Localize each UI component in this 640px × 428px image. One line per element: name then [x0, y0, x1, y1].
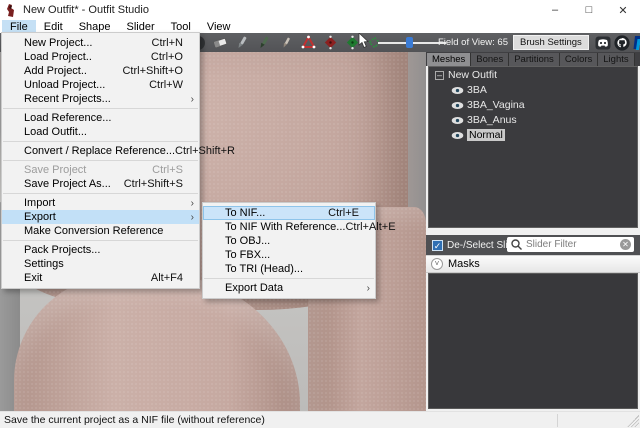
tab-partitions[interactable]: Partitions — [509, 53, 560, 66]
search-icon — [510, 238, 523, 251]
slider-filter-placeholder: Slider Filter — [526, 239, 620, 250]
right-panel: Meshes Bones Partitions Colors Lights – … — [426, 52, 640, 411]
mesh-item-label: 3BA_Vagina — [467, 99, 525, 111]
discord-icon[interactable] — [595, 35, 611, 51]
menu-item-load-project[interactable]: Load Project..Ctrl+O — [2, 50, 199, 64]
status-divider — [557, 414, 558, 427]
deflate-brush-icon[interactable] — [256, 34, 273, 51]
menu-item-to-nif-with-reference[interactable]: To NIF With Reference...Ctrl+Alt+E — [203, 220, 375, 234]
inflate-brush-icon[interactable] — [234, 34, 251, 51]
submenu-arrow-icon: › — [191, 94, 194, 105]
tab-meshes[interactable]: Meshes — [427, 53, 471, 66]
outfit-studio-window: New Outfit* - Outfit Studio – □ ✕ File E… — [0, 0, 640, 428]
title-bar: New Outfit* - Outfit Studio – □ ✕ — [0, 0, 640, 20]
brush-settings-button[interactable]: Brush Settings — [513, 35, 589, 50]
smooth-brush-icon[interactable] — [278, 34, 295, 51]
slider-handle[interactable] — [406, 37, 413, 48]
export-submenu: To NIF...Ctrl+E To NIF With Reference...… — [202, 202, 376, 299]
eye-icon[interactable] — [451, 86, 464, 95]
eye-icon[interactable] — [451, 101, 464, 110]
menu-item-import[interactable]: Import› — [2, 196, 199, 210]
menu-item-convert-replace-reference[interactable]: Convert / Replace Reference...Ctrl+Shift… — [2, 144, 199, 158]
tree-row[interactable]: 3BA_Anus — [429, 113, 637, 127]
menu-item-make-conversion-reference[interactable]: Make Conversion Reference — [2, 224, 199, 238]
mesh-item-label: 3BA — [467, 84, 487, 96]
menu-separator — [3, 108, 198, 109]
resize-grip[interactable] — [627, 415, 639, 427]
move-vertex-icon[interactable] — [300, 34, 317, 51]
menu-item-unload-project[interactable]: Unload Project...Ctrl+W — [2, 78, 199, 92]
window-title: New Outfit* - Outfit Studio — [23, 4, 149, 16]
tree-row[interactable]: 3BA_Vagina — [429, 98, 637, 112]
tab-bones[interactable]: Bones — [471, 53, 509, 66]
sliders-pane — [428, 273, 638, 409]
menu-item-load-reference[interactable]: Load Reference... — [2, 111, 199, 125]
menu-item-export[interactable]: Export› — [2, 210, 199, 224]
slider-select-row: ✓ De-/Select Sliders Slider Filter ✕ — [426, 235, 640, 255]
menu-item-save-project[interactable]: Save ProjectCtrl+S — [2, 163, 199, 177]
menu-separator — [3, 160, 198, 161]
menu-view[interactable]: View — [199, 20, 239, 33]
menu-separator — [3, 141, 198, 142]
menu-item-exit[interactable]: ExitAlt+F4 — [2, 271, 199, 285]
menu-item-to-nif[interactable]: To NIF...Ctrl+E — [203, 206, 375, 220]
tree-root-label: New Outfit — [448, 69, 497, 81]
paypal-icon[interactable] — [631, 35, 640, 51]
menu-item-save-project-as[interactable]: Save Project As...Ctrl+Shift+S — [2, 177, 199, 191]
menu-item-settings[interactable]: Settings — [2, 257, 199, 271]
collapse-icon[interactable]: – — [435, 71, 444, 80]
eye-icon[interactable] — [451, 116, 464, 125]
submenu-arrow-icon: › — [191, 212, 194, 223]
tree-row-selected[interactable]: Normal — [429, 128, 637, 142]
menu-item-new-project[interactable]: New Project...Ctrl+N — [2, 36, 199, 50]
menu-item-to-obj[interactable]: To OBJ... — [203, 234, 375, 248]
status-bar: Save the current project as a NIF file (… — [0, 411, 640, 428]
mesh-tab-bar: Meshes Bones Partitions Colors Lights — [426, 52, 640, 66]
minimize-button[interactable]: – — [538, 0, 572, 20]
github-icon[interactable] — [614, 35, 630, 51]
menu-item-load-outfit[interactable]: Load Outfit... — [2, 125, 199, 139]
clear-filter-icon[interactable]: ✕ — [620, 239, 631, 250]
menu-item-add-project[interactable]: Add Project..Ctrl+Shift+O — [2, 64, 199, 78]
menu-separator — [3, 240, 198, 241]
menu-separator — [204, 278, 374, 279]
status-text: Save the current project as a NIF file (… — [0, 414, 265, 426]
collapse-vertex-icon[interactable] — [322, 34, 339, 51]
menu-separator — [3, 193, 198, 194]
tab-colors[interactable]: Colors — [560, 53, 598, 66]
menu-item-pack-projects[interactable]: Pack Projects... — [2, 243, 199, 257]
tab-lights[interactable]: Lights — [598, 53, 634, 66]
close-button[interactable]: ✕ — [606, 0, 640, 20]
menu-item-to-tri-head[interactable]: To TRI (Head)... — [203, 262, 375, 276]
mesh-tree: – New Outfit 3BA 3BA_Vagina 3BA_Anus — [428, 66, 638, 228]
menu-item-export-data[interactable]: Export Data› — [203, 281, 375, 295]
app-logo-icon — [5, 4, 17, 17]
tree-row[interactable]: 3BA — [429, 83, 637, 97]
mesh-item-label: Normal — [467, 129, 505, 141]
tree-root-row[interactable]: – New Outfit — [429, 68, 637, 82]
mesh-item-label: 3BA_Anus — [467, 114, 517, 126]
field-of-view-label: Field of View: 65 — [430, 37, 508, 48]
maximize-button[interactable]: □ — [572, 0, 606, 20]
eraser-icon[interactable] — [212, 34, 229, 51]
chevron-down-icon[interactable]: ˅ — [431, 258, 443, 270]
menu-item-to-fbx[interactable]: To FBX... — [203, 248, 375, 262]
file-menu-dropdown: New Project...Ctrl+N Load Project..Ctrl+… — [1, 32, 200, 289]
submenu-arrow-icon: › — [191, 198, 194, 209]
slider-filter-input[interactable]: Slider Filter ✕ — [507, 237, 634, 252]
masks-pane-header[interactable]: ˅ Masks — [426, 255, 640, 273]
eye-icon[interactable] — [451, 131, 464, 140]
select-sliders-checkbox[interactable]: ✓ — [432, 240, 443, 251]
menu-item-recent-projects[interactable]: Recent Projects...› — [2, 92, 199, 106]
mouse-cursor — [358, 33, 370, 49]
masks-label: Masks — [448, 258, 480, 270]
submenu-arrow-icon: › — [367, 283, 370, 294]
